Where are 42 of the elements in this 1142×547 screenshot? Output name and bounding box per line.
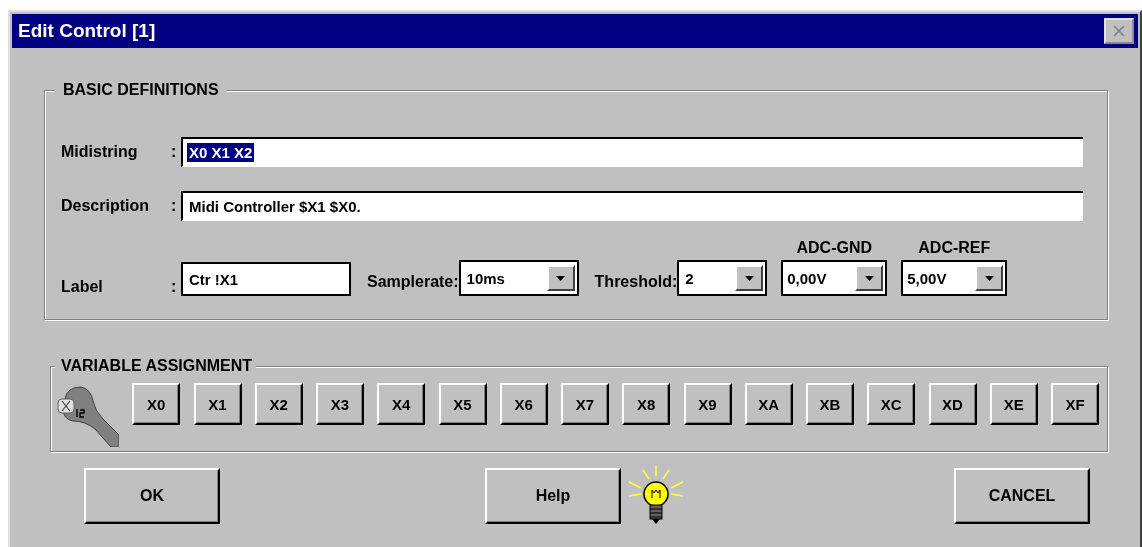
dropdown-label: ADC-GND — [796, 239, 873, 257]
variable-button[interactable]: X3 — [316, 383, 364, 425]
variable-button[interactable]: X8 — [622, 383, 671, 425]
variable-button[interactable]: X4 — [377, 383, 426, 425]
help-button[interactable]: Help — [485, 468, 621, 524]
variable-button[interactable]: X1 — [193, 383, 242, 425]
field-value: X0 X1 X2 — [187, 143, 255, 162]
variable-button[interactable]: XE — [989, 383, 1038, 425]
text-field[interactable]: Ctr !X1 — [181, 262, 351, 296]
variable-button[interactable]: X9 — [683, 383, 732, 425]
dropdown-label: ADC-REF — [918, 239, 991, 257]
variable-button[interactable]: X0 — [132, 383, 181, 425]
variable-button[interactable]: X5 — [438, 383, 487, 425]
field-label: Description — [61, 197, 150, 215]
variable-button[interactable]: XD — [928, 383, 977, 425]
text-field[interactable]: Midi Controller $X1 $X0. — [181, 191, 1083, 221]
cancel-button[interactable]: CANCEL — [954, 468, 1090, 524]
dropdown-label: Samplerate: — [367, 273, 459, 291]
dropdown-label: Threshold: — [594, 273, 678, 291]
variable-button[interactable]: XB — [806, 383, 854, 425]
wrench-icon — [57, 385, 119, 447]
variable-button[interactable]: X6 — [499, 383, 548, 425]
separator-colon: : — [171, 278, 178, 296]
variable-button[interactable]: XA — [744, 383, 793, 425]
dropdown[interactable]: 5,00V — [901, 260, 1008, 296]
field-label: Label — [61, 278, 104, 296]
separator-colon: : — [171, 197, 178, 215]
field-label: Midistring — [61, 143, 139, 161]
window-title: Edit Control [1] — [18, 20, 156, 42]
variable-button[interactable]: XF — [1051, 383, 1099, 425]
variable-button[interactable]: X7 — [561, 383, 609, 425]
close-icon — [1112, 25, 1126, 37]
field-value: Ctr !X1 — [188, 269, 240, 289]
variable-button[interactable]: X2 — [254, 383, 303, 425]
dropdown[interactable]: 10ms — [458, 260, 579, 296]
field-value: Midi Controller $X1 $X0. — [188, 197, 362, 216]
dropdown[interactable]: 0,00V — [781, 260, 888, 296]
ok-button[interactable]: OK — [84, 468, 220, 524]
dropdown[interactable]: 2 — [677, 260, 768, 296]
text-field[interactable]: X0 X1 X2 — [181, 137, 1083, 167]
separator-colon: : — [171, 143, 178, 161]
variable-button[interactable]: XC — [867, 383, 916, 425]
